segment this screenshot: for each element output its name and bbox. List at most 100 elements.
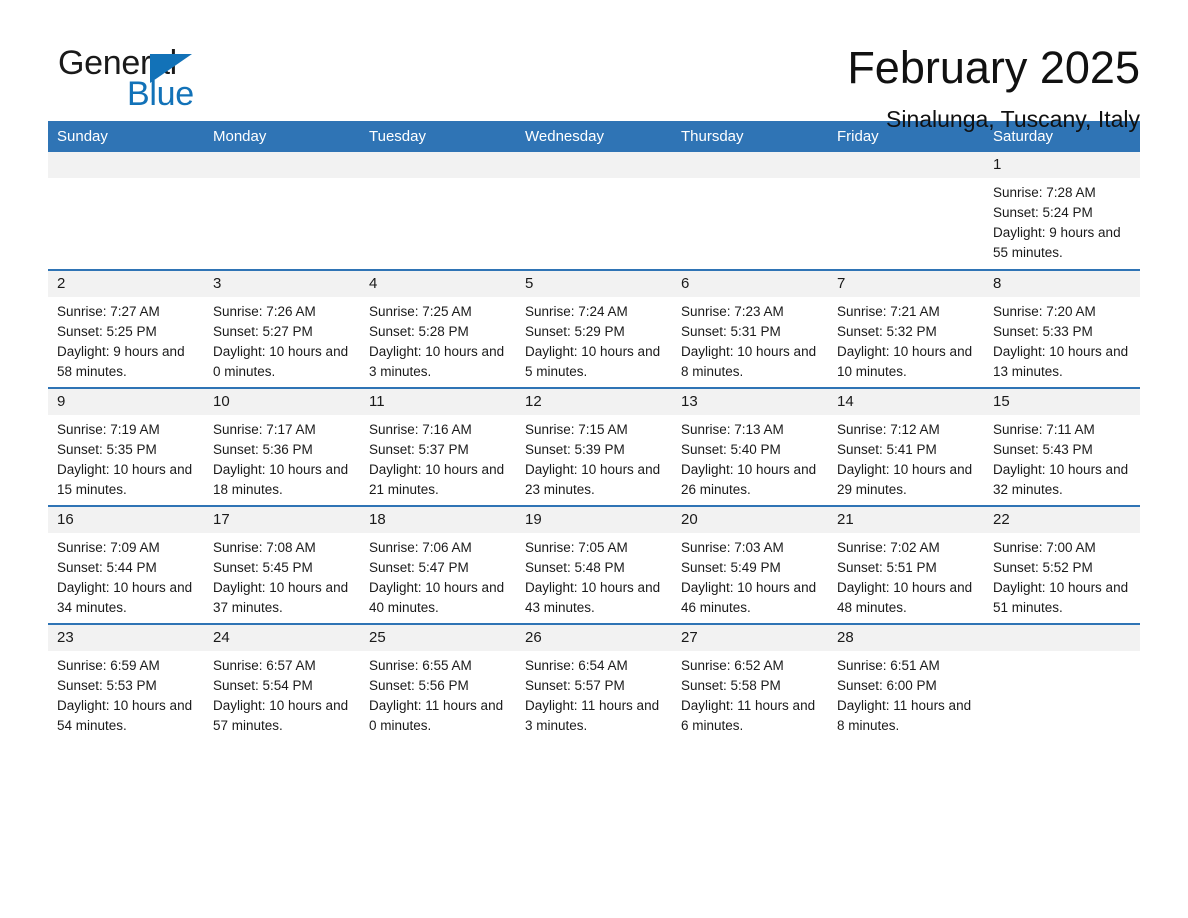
calendar-day-cell[interactable]: 19 Sunrise: 7:05 AM Sunset: 5:48 PM Dayligh… (516, 505, 672, 624)
day-number: 12 (516, 389, 672, 415)
sunset-text: Sunset: 5:28 PM (369, 323, 469, 339)
day-number (672, 152, 828, 178)
calendar-day-cell[interactable]: 12 Sunrise: 7:15 AM Sunset: 5:39 PM Dayligh… (516, 387, 672, 506)
daylight-text: Daylight: 9 hours and 58 minutes. (57, 343, 185, 379)
calendar-cell-inner: 8 Sunrise: 7:20 AM Sunset: 5:33 PM Daylight… (984, 271, 1140, 387)
calendar-day-cell[interactable]: 7 Sunrise: 7:21 AM Sunset: 5:32 PM Daylight… (828, 269, 984, 388)
day-number: 10 (204, 389, 360, 415)
day-number: 2 (48, 271, 204, 297)
calendar-day-cell[interactable]: 4 Sunrise: 7:25 AM Sunset: 5:28 PM Daylight… (360, 269, 516, 388)
calendar-day-cell[interactable]: 28 Sunrise: 6:51 AM Sunset: 6:00 PM Dayligh… (828, 623, 984, 742)
calendar-week-row: 23 Sunrise: 6:59 AM Sunset: 5:53 PM Dayligh… (48, 623, 1140, 742)
calendar-cell-empty (672, 152, 828, 270)
day-number: 25 (360, 625, 516, 651)
calendar-day-cell[interactable]: 13 Sunrise: 7:13 AM Sunset: 5:40 PM Dayligh… (672, 387, 828, 506)
calendar-day-cell[interactable]: 3 Sunrise: 7:26 AM Sunset: 5:27 PM Daylight… (204, 269, 360, 388)
day-number (984, 625, 1140, 651)
sunrise-text: Sunrise: 7:17 AM (213, 421, 316, 437)
day-details: Sunrise: 7:17 AM Sunset: 5:36 PM Daylight:… (204, 415, 360, 500)
sunrise-text: Sunrise: 6:57 AM (213, 657, 316, 673)
sunset-text: Sunset: 5:39 PM (525, 441, 625, 457)
calendar-day-cell[interactable]: 18 Sunrise: 7:06 AM Sunset: 5:47 PM Dayligh… (360, 505, 516, 624)
day-details: Sunrise: 7:16 AM Sunset: 5:37 PM Daylight:… (360, 415, 516, 500)
daylight-text: Daylight: 10 hours and 26 minutes. (681, 461, 817, 497)
calendar-day-cell[interactable]: 20 Sunrise: 7:03 AM Sunset: 5:49 PM Dayligh… (672, 505, 828, 624)
calendar-day-cell[interactable]: 21 Sunrise: 7:02 AM Sunset: 5:51 PM Dayligh… (828, 505, 984, 624)
day-number: 18 (360, 507, 516, 533)
daylight-text: Daylight: 10 hours and 46 minutes. (681, 579, 817, 615)
calendar-cell-inner: 7 Sunrise: 7:21 AM Sunset: 5:32 PM Daylight… (828, 271, 984, 387)
calendar-day-cell[interactable]: 26 Sunrise: 6:54 AM Sunset: 5:57 PM Dayligh… (516, 623, 672, 742)
calendar-cell-empty (48, 152, 204, 270)
calendar-day-cell[interactable]: 14 Sunrise: 7:12 AM Sunset: 5:41 PM Dayligh… (828, 387, 984, 506)
day-details: Sunrise: 6:51 AM Sunset: 6:00 PM Daylight:… (828, 651, 984, 736)
calendar-day-cell[interactable]: 16 Sunrise: 7:09 AM Sunset: 5:44 PM Dayligh… (48, 505, 204, 624)
day-details: Sunrise: 7:27 AM Sunset: 5:25 PM Daylight:… (48, 297, 204, 382)
sunrise-text: Sunrise: 7:08 AM (213, 539, 316, 555)
daylight-text: Daylight: 10 hours and 8 minutes. (681, 343, 817, 379)
day-details: Sunrise: 7:00 AM Sunset: 5:52 PM Daylight:… (984, 533, 1140, 618)
calendar-cell-inner: 16 Sunrise: 7:09 AM Sunset: 5:44 PM Dayligh… (48, 507, 204, 623)
day-details: Sunrise: 6:57 AM Sunset: 5:54 PM Daylight:… (204, 651, 360, 736)
day-number: 3 (204, 271, 360, 297)
calendar-page: General Blue February 2025 Sinalunga, Tu… (0, 0, 1188, 918)
calendar-cell-inner: 1 Sunrise: 7:28 AM Sunset: 5:24 PM Daylight… (984, 152, 1140, 269)
day-details: Sunrise: 7:23 AM Sunset: 5:31 PM Daylight:… (672, 297, 828, 382)
calendar-day-cell[interactable]: 9 Sunrise: 7:19 AM Sunset: 5:35 PM Daylight… (48, 387, 204, 506)
day-details: Sunrise: 7:08 AM Sunset: 5:45 PM Daylight:… (204, 533, 360, 618)
sunset-text: Sunset: 6:00 PM (837, 677, 937, 693)
calendar-day-cell[interactable]: 24 Sunrise: 6:57 AM Sunset: 5:54 PM Dayligh… (204, 623, 360, 742)
page-title: February 2025 (847, 42, 1140, 93)
daylight-text: Daylight: 10 hours and 29 minutes. (837, 461, 973, 497)
sunrise-text: Sunrise: 7:16 AM (369, 421, 472, 437)
calendar-day-cell[interactable]: 25 Sunrise: 6:55 AM Sunset: 5:56 PM Dayligh… (360, 623, 516, 742)
calendar-day-cell[interactable]: 2 Sunrise: 7:27 AM Sunset: 5:25 PM Daylight… (48, 269, 204, 388)
calendar-day-cell[interactable]: 8 Sunrise: 7:20 AM Sunset: 5:33 PM Daylight… (984, 269, 1140, 388)
calendar-day-cell[interactable]: 17 Sunrise: 7:08 AM Sunset: 5:45 PM Dayligh… (204, 505, 360, 624)
day-number: 17 (204, 507, 360, 533)
day-details: Sunrise: 6:54 AM Sunset: 5:57 PM Daylight:… (516, 651, 672, 736)
day-number: 11 (360, 389, 516, 415)
day-number (516, 152, 672, 178)
sunrise-text: Sunrise: 7:20 AM (993, 303, 1096, 319)
day-number (360, 152, 516, 178)
calendar-day-cell[interactable]: 10 Sunrise: 7:17 AM Sunset: 5:36 PM Dayligh… (204, 387, 360, 506)
day-number: 22 (984, 507, 1140, 533)
daylight-text: Daylight: 10 hours and 40 minutes. (369, 579, 505, 615)
day-number: 15 (984, 389, 1140, 415)
calendar-day-cell[interactable]: 15 Sunrise: 7:11 AM Sunset: 5:43 PM Dayligh… (984, 387, 1140, 506)
sunset-text: Sunset: 5:58 PM (681, 677, 781, 693)
day-details: Sunrise: 7:09 AM Sunset: 5:44 PM Daylight:… (48, 533, 204, 618)
calendar-day-cell[interactable]: 27 Sunrise: 6:52 AM Sunset: 5:58 PM Dayligh… (672, 623, 828, 742)
sunset-text: Sunset: 5:41 PM (837, 441, 937, 457)
sunrise-text: Sunrise: 6:54 AM (525, 657, 628, 673)
day-details: Sunrise: 7:02 AM Sunset: 5:51 PM Daylight:… (828, 533, 984, 618)
calendar-day-cell[interactable]: 11 Sunrise: 7:16 AM Sunset: 5:37 PM Dayligh… (360, 387, 516, 506)
calendar-day-cell[interactable]: 23 Sunrise: 6:59 AM Sunset: 5:53 PM Dayligh… (48, 623, 204, 742)
day-number: 8 (984, 271, 1140, 297)
calendar-day-cell[interactable]: 6 Sunrise: 7:23 AM Sunset: 5:31 PM Daylight… (672, 269, 828, 388)
calendar-table: Sunday Monday Tuesday Wednesday Thursday… (48, 121, 1140, 742)
calendar-cell-inner: 25 Sunrise: 6:55 AM Sunset: 5:56 PM Dayligh… (360, 625, 516, 742)
calendar-day-cell[interactable]: 1 Sunrise: 7:28 AM Sunset: 5:24 PM Daylight… (984, 152, 1140, 270)
day-number: 4 (360, 271, 516, 297)
sunset-text: Sunset: 5:40 PM (681, 441, 781, 457)
daylight-text: Daylight: 10 hours and 18 minutes. (213, 461, 349, 497)
day-number (48, 152, 204, 178)
calendar-cell-inner (828, 152, 984, 269)
sunset-text: Sunset: 5:53 PM (57, 677, 157, 693)
day-details: Sunrise: 7:05 AM Sunset: 5:48 PM Daylight:… (516, 533, 672, 618)
day-details: Sunrise: 7:19 AM Sunset: 5:35 PM Daylight:… (48, 415, 204, 500)
day-details: Sunrise: 6:55 AM Sunset: 5:56 PM Daylight:… (360, 651, 516, 736)
day-number: 24 (204, 625, 360, 651)
day-details: Sunrise: 7:06 AM Sunset: 5:47 PM Daylight:… (360, 533, 516, 618)
sunset-text: Sunset: 5:57 PM (525, 677, 625, 693)
sunrise-text: Sunrise: 6:59 AM (57, 657, 160, 673)
calendar-cell-empty (984, 623, 1140, 742)
day-number: 21 (828, 507, 984, 533)
calendar-cell-empty (828, 152, 984, 270)
calendar-day-cell[interactable]: 22 Sunrise: 7:00 AM Sunset: 5:52 PM Dayligh… (984, 505, 1140, 624)
daylight-text: Daylight: 11 hours and 3 minutes. (525, 697, 660, 733)
day-details: Sunrise: 7:25 AM Sunset: 5:28 PM Daylight:… (360, 297, 516, 382)
calendar-day-cell[interactable]: 5 Sunrise: 7:24 AM Sunset: 5:29 PM Daylight… (516, 269, 672, 388)
